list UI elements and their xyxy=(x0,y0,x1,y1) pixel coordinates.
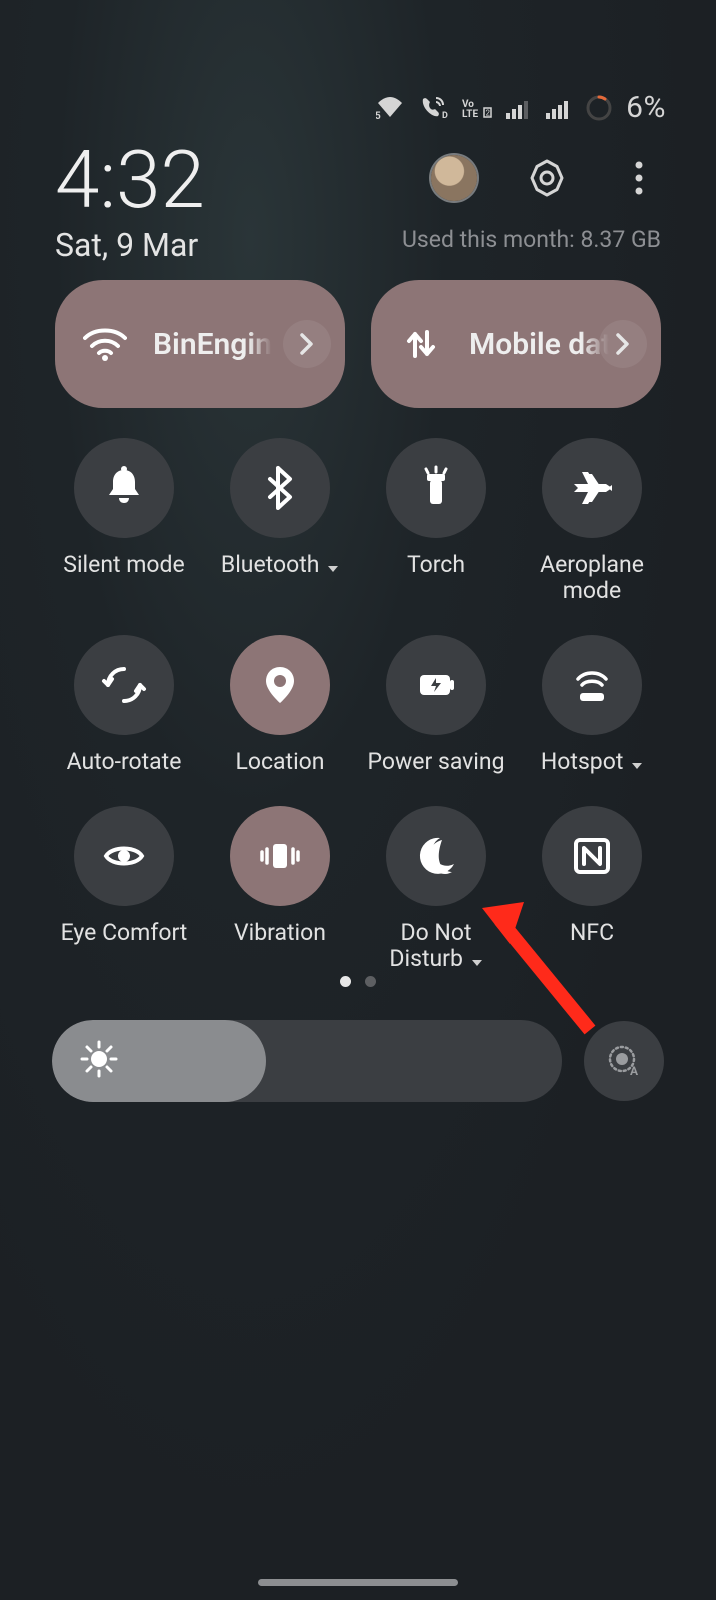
hotspot-dropdown-caret[interactable] xyxy=(631,750,643,776)
dnd-tile[interactable]: Do Not Disturb xyxy=(364,806,508,974)
auto-brightness-button[interactable]: A xyxy=(584,1021,664,1101)
dnd-icon xyxy=(386,806,486,906)
brightness-slider[interactable] xyxy=(52,1020,562,1102)
battery-percent: 6% xyxy=(626,90,666,125)
page-dot-2 xyxy=(365,976,376,987)
wifi-calling-icon: D xyxy=(418,96,448,120)
hotspot-label: Hotspot xyxy=(541,749,643,776)
wifi-5-icon: 5 xyxy=(376,97,404,119)
bluetooth-label: Bluetooth xyxy=(221,552,339,579)
torch-icon xyxy=(386,438,486,538)
settings-gear-icon[interactable] xyxy=(525,156,569,200)
wifi-tile-label: BinEngin xyxy=(153,327,272,362)
eye-label: Eye Comfort xyxy=(61,920,188,946)
power-tile[interactable]: Power saving xyxy=(364,635,508,776)
airplane-icon xyxy=(542,438,642,538)
silent-label: Silent mode xyxy=(63,552,184,578)
page-indicator[interactable] xyxy=(340,976,376,987)
hotspot-icon xyxy=(542,635,642,735)
nfc-icon xyxy=(542,806,642,906)
silent-icon xyxy=(74,438,174,538)
hotspot-tile[interactable]: Hotspot xyxy=(520,635,664,776)
bluetooth-dropdown-caret[interactable] xyxy=(327,553,339,579)
location-tile[interactable]: Location xyxy=(208,635,352,776)
torch-label: Torch xyxy=(407,552,465,578)
vibration-tile[interactable]: Vibration xyxy=(208,806,352,974)
airplane-tile[interactable]: Aeroplane mode xyxy=(520,438,664,605)
wifi-expand-button[interactable] xyxy=(283,320,331,368)
bluetooth-icon xyxy=(230,438,330,538)
data-usage-label: Used this month: 8.37 GB xyxy=(402,226,661,253)
home-indicator[interactable] xyxy=(258,1579,458,1586)
bluetooth-tile[interactable]: Bluetooth xyxy=(208,438,352,605)
eye-icon xyxy=(74,806,174,906)
mobile-data-expand-button[interactable] xyxy=(599,320,647,368)
nfc-tile[interactable]: NFC xyxy=(520,806,664,974)
status-bar: 5 D Vo LTE 2 xyxy=(376,90,666,125)
svg-text:A: A xyxy=(630,1064,639,1078)
power-label: Power saving xyxy=(367,749,504,775)
avatar[interactable] xyxy=(431,155,477,201)
signal-2-icon xyxy=(546,97,572,119)
data-arrows-icon xyxy=(399,324,443,364)
dnd-dropdown-caret[interactable] xyxy=(471,947,483,973)
svg-text:LTE: LTE xyxy=(462,109,478,119)
airplane-label: Aeroplane mode xyxy=(520,552,664,605)
wifi-icon xyxy=(83,326,127,362)
vibration-icon xyxy=(230,806,330,906)
rotate-icon xyxy=(74,635,174,735)
eye-tile[interactable]: Eye Comfort xyxy=(52,806,196,974)
nfc-label: NFC xyxy=(570,920,614,946)
silent-tile[interactable]: Silent mode xyxy=(52,438,196,605)
svg-text:2: 2 xyxy=(486,108,491,117)
torch-tile[interactable]: Torch xyxy=(364,438,508,605)
mobile-data-tile[interactable]: Mobile data xyxy=(371,280,661,408)
sun-icon xyxy=(80,1040,118,1082)
svg-text:5: 5 xyxy=(376,111,381,119)
svg-text:D: D xyxy=(442,111,448,120)
dnd-label: Do Not Disturb xyxy=(364,920,508,974)
mobile-data-tile-label: Mobile data xyxy=(469,327,609,362)
rotate-label: Auto-rotate xyxy=(67,749,182,775)
page-dot-1 xyxy=(340,976,351,987)
power-icon xyxy=(386,635,486,735)
signal-1-icon xyxy=(506,97,532,119)
overflow-menu-icon[interactable] xyxy=(617,156,661,200)
vibration-label: Vibration xyxy=(234,920,326,946)
location-icon xyxy=(230,635,330,735)
wifi-tile[interactable]: BinEngin xyxy=(55,280,345,408)
battery-ring-icon xyxy=(586,95,612,121)
location-label: Location xyxy=(236,749,325,775)
rotate-tile[interactable]: Auto-rotate xyxy=(52,635,196,776)
volte-icon: Vo LTE 2 xyxy=(462,97,492,119)
